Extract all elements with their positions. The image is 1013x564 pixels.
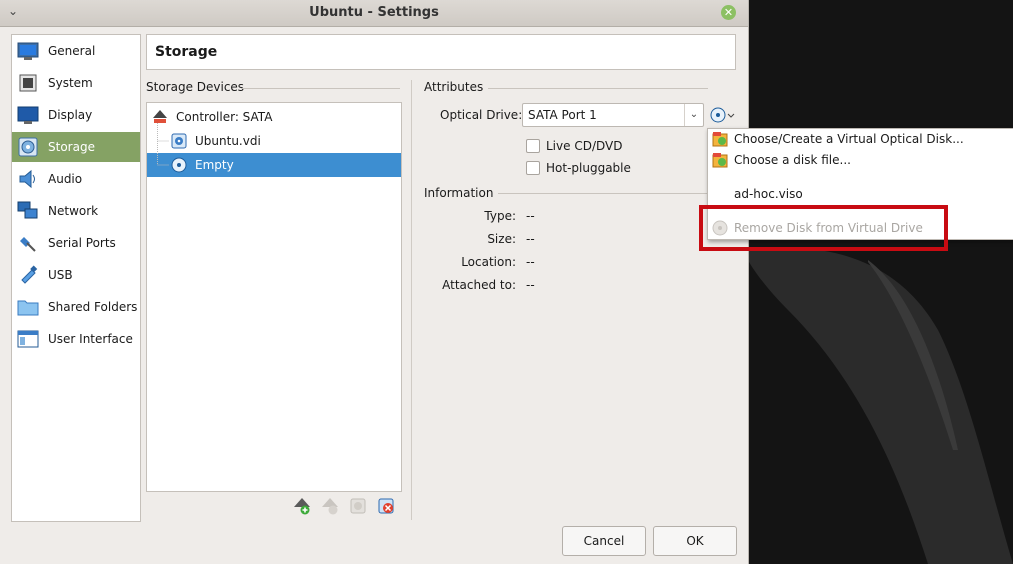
general-icon bbox=[17, 41, 39, 61]
divider bbox=[498, 193, 708, 194]
settings-category-list: General System Display Storage Audio Net bbox=[11, 34, 141, 522]
menu-item-ad-hoc-viso[interactable]: ad-hoc.viso bbox=[708, 184, 1013, 204]
tree-connector-lines bbox=[157, 123, 169, 166]
sidebar-item-label: USB bbox=[48, 268, 73, 282]
sidebar-item-storage[interactable]: Storage bbox=[12, 132, 140, 162]
panel-separator bbox=[411, 80, 412, 520]
title-bar: ⌄ Ubuntu - Settings ✕ bbox=[0, 0, 748, 27]
page-header: Storage bbox=[146, 34, 736, 70]
window-title: Ubuntu - Settings bbox=[309, 5, 439, 20]
sidebar-item-audio[interactable]: Audio bbox=[12, 164, 140, 194]
remove-attachment-icon bbox=[378, 498, 394, 514]
tree-item-label: Empty bbox=[195, 158, 234, 172]
hot-pluggable-label: Hot-pluggable bbox=[546, 161, 631, 175]
optical-drive-label: Optical Drive: bbox=[440, 108, 523, 122]
attributes-label: Attributes bbox=[424, 80, 484, 94]
menu-item-choose-disk-file[interactable]: Choose a disk file... bbox=[708, 150, 1013, 170]
add-controller-button[interactable] bbox=[293, 497, 311, 515]
info-attached-key: Attached to: bbox=[442, 278, 516, 292]
close-button[interactable]: ✕ bbox=[721, 5, 736, 20]
display-icon bbox=[17, 105, 39, 125]
cancel-button[interactable]: Cancel bbox=[562, 526, 646, 556]
choose-file-icon bbox=[712, 152, 728, 168]
add-controller-icon bbox=[294, 498, 310, 515]
sidebar-item-label: Audio bbox=[48, 172, 83, 186]
add-attachment-icon bbox=[350, 498, 366, 514]
tree-item-label: Ubuntu.vdi bbox=[195, 134, 261, 148]
audio-icon bbox=[17, 169, 39, 189]
tree-item-label: Controller: SATA bbox=[176, 110, 273, 124]
remove-attachment-button[interactable] bbox=[377, 497, 395, 515]
storage-tree[interactable]: Controller: SATA Ubuntu.vdi Empty bbox=[146, 102, 402, 492]
storage-devices-label: Storage Devices bbox=[146, 80, 245, 94]
menu-item-label: ad-hoc.viso bbox=[734, 187, 803, 201]
menu-item-label: Choose a disk file... bbox=[734, 153, 851, 167]
sidebar-item-label: User Interface bbox=[48, 332, 133, 346]
optical-drive-select[interactable]: SATA Port 1 ⌄ bbox=[522, 103, 704, 127]
info-location-value: -- bbox=[526, 255, 535, 269]
choose-disk-icon bbox=[712, 131, 728, 147]
sidebar-item-system[interactable]: System bbox=[12, 68, 140, 98]
page-title: Storage bbox=[155, 44, 218, 60]
user-interface-icon bbox=[17, 329, 39, 349]
sidebar-item-label: Serial Ports bbox=[48, 236, 116, 250]
add-attachment-button[interactable] bbox=[349, 497, 367, 515]
sidebar-item-usb[interactable]: USB bbox=[12, 260, 140, 290]
live-cd-label: Live CD/DVD bbox=[546, 139, 623, 153]
info-type-key: Type: bbox=[484, 209, 516, 223]
live-cd-checkbox[interactable] bbox=[526, 139, 540, 153]
sidebar-item-label: Storage bbox=[48, 140, 95, 154]
info-attached-value: -- bbox=[526, 278, 535, 292]
settings-window: ⌄ Ubuntu - Settings ✕ General System Dis… bbox=[0, 0, 749, 564]
chevron-down-icon: ⌄ bbox=[684, 104, 703, 126]
info-size-key: Size: bbox=[487, 232, 516, 246]
info-type-value: -- bbox=[526, 209, 535, 223]
storage-icon bbox=[17, 137, 39, 157]
info-size-value: -- bbox=[526, 232, 535, 246]
menu-item-choose-create-disk[interactable]: Choose/Create a Virtual Optical Disk... bbox=[708, 129, 1013, 149]
wallpaper-shape bbox=[748, 0, 1013, 564]
ok-button[interactable]: OK bbox=[653, 526, 737, 556]
serial-ports-icon bbox=[17, 233, 39, 253]
sidebar-item-shared-folders[interactable]: Shared Folders bbox=[12, 292, 140, 322]
choose-disk-button[interactable] bbox=[708, 104, 736, 126]
divider bbox=[242, 88, 400, 89]
sidebar-item-label: Network bbox=[48, 204, 99, 218]
annotation-highlight-box bbox=[699, 205, 948, 251]
sidebar-item-serial-ports[interactable]: Serial Ports bbox=[12, 228, 140, 258]
usb-icon bbox=[17, 265, 39, 285]
network-icon bbox=[17, 201, 39, 221]
optical-drive-value: SATA Port 1 bbox=[528, 108, 597, 122]
shared-folders-icon bbox=[17, 297, 39, 317]
information-label: Information bbox=[424, 186, 494, 200]
sidebar-item-user-interface[interactable]: User Interface bbox=[12, 324, 140, 354]
remove-controller-button[interactable] bbox=[321, 497, 339, 515]
sidebar-item-network[interactable]: Network bbox=[12, 196, 140, 226]
system-icon bbox=[17, 73, 39, 93]
sidebar-item-general[interactable]: General bbox=[12, 36, 140, 66]
sidebar-item-label: Shared Folders bbox=[48, 300, 138, 314]
sidebar-item-label: Display bbox=[48, 108, 93, 122]
hot-pluggable-checkbox[interactable] bbox=[526, 161, 540, 175]
sidebar-item-label: General bbox=[48, 44, 96, 58]
menu-item-label: Choose/Create a Virtual Optical Disk... bbox=[734, 132, 964, 146]
remove-controller-icon bbox=[322, 498, 338, 515]
sidebar-item-display[interactable]: Display bbox=[12, 100, 140, 130]
optical-disc-icon bbox=[710, 107, 735, 123]
info-location-key: Location: bbox=[461, 255, 516, 269]
sidebar-item-label: System bbox=[48, 76, 93, 90]
divider bbox=[488, 88, 708, 89]
